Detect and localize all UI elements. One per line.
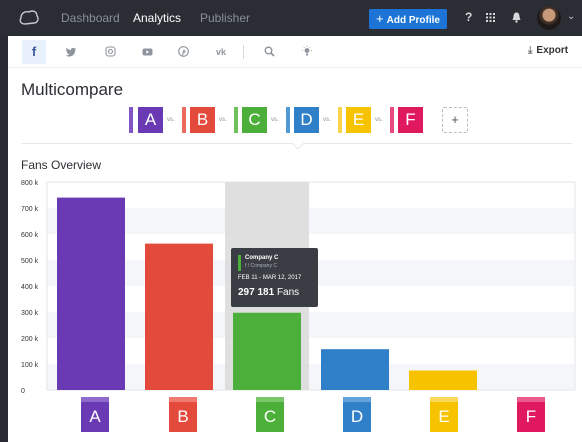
y-tick-label: 600 k — [21, 232, 39, 239]
section-title: Fans Overview — [21, 158, 102, 172]
y-tick-label: 300 k — [21, 310, 39, 317]
bell-icon[interactable] — [512, 12, 521, 23]
y-tick-label: 500 k — [21, 258, 39, 265]
y-tick-label: 200 k — [21, 336, 39, 343]
vs-label: vs. — [375, 117, 383, 123]
nav-publisher[interactable]: Publisher — [200, 11, 250, 25]
help-icon[interactable]: ? — [465, 10, 472, 24]
y-tick-label: 800 k — [21, 180, 39, 187]
download-icon: ⤓ — [528, 45, 533, 56]
tooltip-sub: f / Company C — [245, 263, 277, 269]
y-tick-label: 400 k — [21, 284, 39, 291]
profile-d-chip[interactable]: D — [294, 107, 319, 133]
vk-icon[interactable]: vk — [209, 40, 233, 64]
profile-d-stripe — [286, 107, 290, 133]
add-profile-button[interactable]: + Add Profile — [369, 9, 447, 29]
toolbar-divider — [243, 45, 244, 59]
profile-c-chip[interactable]: C — [242, 107, 267, 133]
avatar[interactable] — [537, 6, 561, 30]
main-panel: f vk ⤓ Export Multicompare A vs. B vs. C … — [8, 36, 582, 442]
nav-analytics[interactable]: Analytics — [133, 11, 181, 25]
nav-dashboard[interactable]: Dashboard — [61, 11, 120, 25]
apps-grid-icon[interactable] — [486, 13, 495, 22]
grid-band — [47, 364, 575, 390]
add-compare-button[interactable]: + — [442, 107, 468, 133]
bar-c — [233, 312, 301, 390]
search-icon[interactable] — [264, 46, 275, 57]
vs-label: vs. — [167, 117, 175, 123]
vs-label: vs. — [323, 117, 331, 123]
grid-band — [47, 208, 575, 234]
x-label-d[interactable]: D — [343, 397, 371, 432]
bar-b — [145, 243, 213, 390]
bar-a — [57, 197, 125, 390]
logo-icon[interactable] — [18, 9, 40, 27]
x-label-c[interactable]: C — [256, 397, 284, 432]
top-navbar: Dashboard Analytics Publisher + Add Profi… — [0, 0, 582, 36]
page-title: Multicompare — [21, 80, 124, 99]
network-toolbar: f vk ⤓ Export — [8, 36, 582, 68]
tooltip-value: 297 181 Fans — [238, 287, 300, 298]
vs-label: vs. — [219, 117, 227, 123]
grid-band — [47, 312, 575, 338]
bar-e — [409, 370, 477, 390]
x-label-e[interactable]: E — [430, 397, 458, 432]
grid-band — [47, 182, 575, 208]
y-tick-label: 100 k — [21, 362, 39, 369]
twitter-icon[interactable] — [65, 46, 77, 58]
x-label-f[interactable]: F — [517, 397, 545, 432]
insights-icon[interactable] — [302, 46, 312, 57]
grid-band — [47, 338, 575, 364]
y-tick-label: 0 — [21, 388, 25, 395]
profile-c-stripe — [234, 107, 238, 133]
pointer-caret — [292, 138, 304, 150]
x-label-b[interactable]: B — [169, 397, 197, 432]
chevron-down-icon[interactable]: ⌄ — [567, 11, 575, 22]
vs-label: vs. — [271, 117, 279, 123]
youtube-icon[interactable] — [142, 47, 153, 57]
instagram-icon[interactable] — [105, 46, 116, 57]
profile-a-stripe — [129, 107, 133, 133]
plus-icon: + — [376, 11, 384, 26]
profile-b-stripe — [182, 107, 186, 133]
pinterest-icon[interactable] — [178, 46, 189, 57]
profile-f-stripe — [390, 107, 394, 133]
profile-e-chip[interactable]: E — [346, 107, 371, 133]
tooltip-color-marker — [238, 255, 241, 271]
profile-e-stripe — [338, 107, 342, 133]
profile-f-chip[interactable]: F — [398, 107, 423, 133]
profile-a-chip[interactable]: A — [138, 107, 163, 133]
tooltip-name: Company C — [245, 255, 279, 261]
y-tick-label: 700 k — [21, 206, 39, 213]
chart-tooltip: Company C f / Company C FEB 11 - MAR 12,… — [231, 248, 318, 307]
facebook-icon[interactable]: f — [22, 40, 46, 64]
profile-b-chip[interactable]: B — [190, 107, 215, 133]
bar-d — [321, 349, 389, 390]
tooltip-date: FEB 11 - MAR 12, 2017 — [238, 275, 302, 281]
x-label-a[interactable]: A — [81, 397, 109, 432]
export-button[interactable]: ⤓ Export — [528, 45, 568, 56]
